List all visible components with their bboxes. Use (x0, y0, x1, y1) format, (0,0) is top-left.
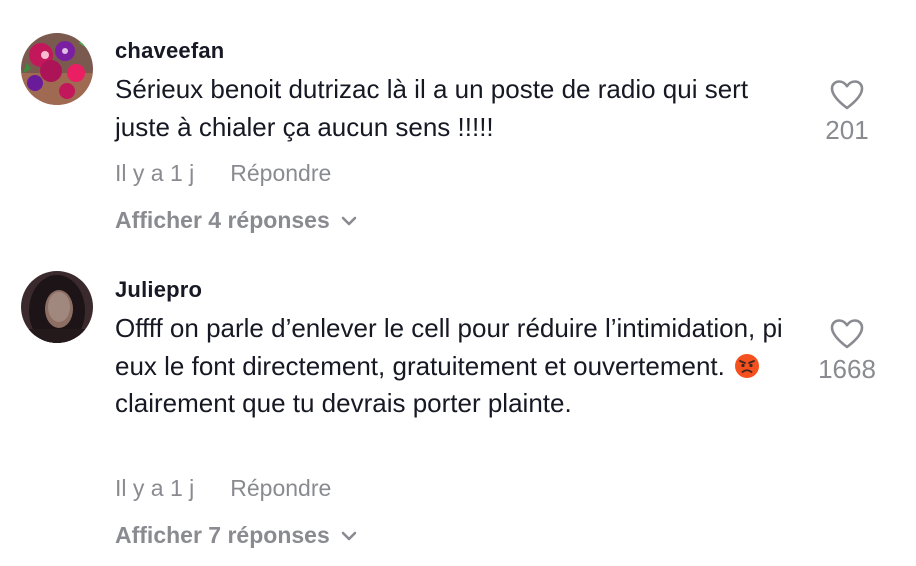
heart-icon (830, 80, 864, 110)
view-replies-label: Afficher 4 réponses (115, 207, 330, 233)
comment-meta: Il y a 1 j Répondre (115, 475, 331, 502)
reply-button[interactable]: Répondre (230, 475, 331, 501)
comment-text: Sérieux benoit dutrizac là il a un poste… (115, 74, 749, 142)
comment-text: Offff on parle d’enlever le cell pour ré… (115, 310, 795, 423)
username[interactable]: chaveefan (115, 38, 224, 64)
reply-button[interactable]: Répondre (230, 160, 331, 186)
like-count: 201 (825, 115, 869, 145)
angry-face-emoji-icon (735, 353, 760, 378)
comment-meta: Il y a 1 j Répondre (115, 160, 331, 187)
chevron-down-icon (341, 216, 357, 225)
comment-text-part: Offff on parle d’enlever le cell pour ré… (115, 313, 783, 381)
username[interactable]: Juliepro (115, 277, 202, 303)
chevron-down-icon (341, 531, 357, 540)
flower-avatar-icon (21, 33, 93, 105)
like-count: 1668 (818, 354, 876, 384)
view-replies-button[interactable]: Afficher 4 réponses (115, 207, 358, 234)
heart-icon (830, 319, 864, 349)
like-button[interactable]: 1668 (802, 318, 892, 385)
view-replies-label: Afficher 7 réponses (115, 522, 330, 548)
avatar[interactable] (21, 33, 93, 105)
comment-text-part: clairement que tu devrais porter plainte… (115, 388, 572, 418)
timestamp: Il y a 1 j (115, 160, 195, 186)
view-replies-button[interactable]: Afficher 7 réponses (115, 522, 358, 549)
portrait-avatar-icon (21, 271, 93, 343)
avatar[interactable] (21, 271, 93, 343)
timestamp: Il y a 1 j (115, 475, 195, 501)
like-button[interactable]: 201 (802, 79, 892, 146)
